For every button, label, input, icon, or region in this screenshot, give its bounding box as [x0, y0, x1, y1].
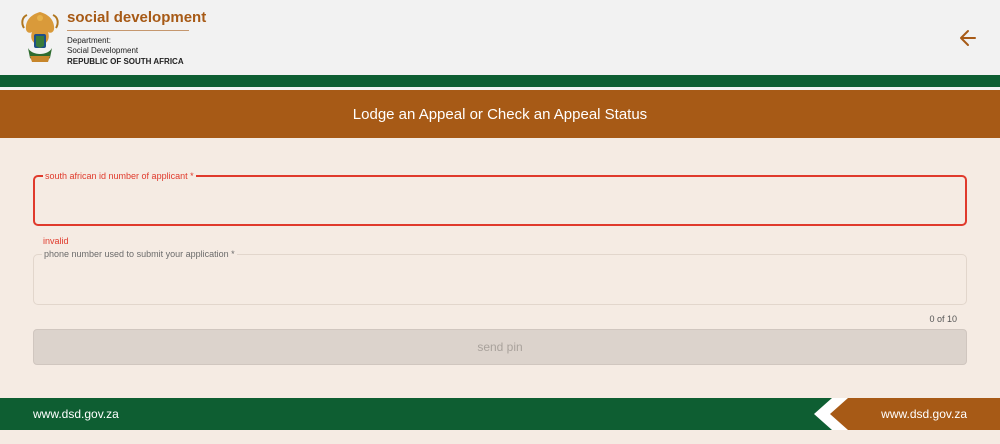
logo: social development Department: Social De…	[18, 8, 206, 67]
id-number-error: invalid	[43, 236, 69, 246]
footer-link-right[interactable]: www.dsd.gov.za	[881, 398, 967, 430]
department-name: Social Development	[67, 46, 139, 55]
department-label: Department:	[67, 36, 112, 45]
brand-divider	[67, 30, 189, 31]
phone-number-input[interactable]	[34, 255, 966, 304]
coat-of-arms-icon	[21, 12, 59, 62]
id-number-field[interactable]: south african id number of applicant *	[33, 171, 967, 226]
page-title: Lodge an Appeal or Check an Appeal Statu…	[0, 90, 1000, 138]
send-pin-button[interactable]: send pin	[33, 329, 967, 365]
footer-link-left[interactable]: www.dsd.gov.za	[33, 398, 119, 430]
phone-number-label: phone number used to submit your applica…	[42, 249, 237, 260]
id-number-input[interactable]	[35, 177, 965, 224]
arrow-left-icon[interactable]	[958, 28, 978, 48]
header-green-band	[0, 75, 1000, 87]
brand-title: social development	[67, 9, 207, 26]
phone-char-counter: 0 of 10	[929, 314, 957, 324]
bottom-strip	[0, 430, 1000, 444]
footer: www.dsd.gov.za www.dsd.gov.za	[0, 398, 1000, 430]
app-header: social development Department: Social De…	[0, 0, 1000, 75]
id-number-label: south african id number of applicant *	[43, 171, 196, 182]
phone-number-field[interactable]: phone number used to submit your applica…	[33, 249, 967, 305]
country-name: REPUBLIC OF SOUTH AFRICA	[67, 57, 184, 66]
